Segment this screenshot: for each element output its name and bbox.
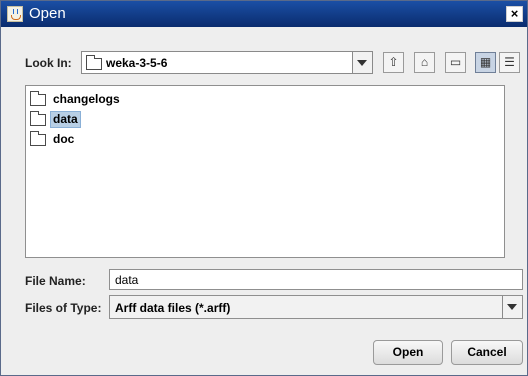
look-in-value: weka-3-5-6: [106, 56, 168, 70]
file-name-field[interactable]: data: [109, 269, 523, 290]
details-view-button[interactable]: ☰: [499, 52, 520, 73]
file-list[interactable]: changelogs data doc: [25, 85, 505, 258]
details-view-icon: ☰: [504, 55, 515, 69]
home-button[interactable]: ⌂: [414, 52, 435, 73]
look-in-combo[interactable]: weka-3-5-6: [81, 51, 373, 74]
list-item-label: changelogs: [53, 92, 120, 106]
java-cup-icon: [7, 6, 23, 22]
file-type-label: Files of Type:: [25, 301, 102, 315]
up-folder-button[interactable]: ⇧: [383, 52, 404, 73]
list-view-button[interactable]: ▦: [475, 52, 496, 73]
up-folder-icon: ⇧: [388, 55, 399, 69]
folder-icon: [30, 111, 46, 126]
close-button[interactable]: ×: [506, 6, 523, 22]
open-button[interactable]: Open: [373, 340, 443, 365]
folder-icon: [86, 55, 102, 70]
list-view-icon: ▦: [479, 55, 492, 69]
open-dialog: Open × Look In: weka-3-5-6 ⇧ ⌂ ▭ ▦ ☰ cha…: [0, 0, 528, 376]
new-folder-icon: ▭: [449, 55, 462, 69]
file-name-value: data: [115, 273, 139, 287]
chevron-down-icon[interactable]: [502, 296, 522, 318]
file-name-label: File Name:: [25, 274, 86, 288]
home-icon: ⌂: [420, 55, 429, 69]
title-bar[interactable]: Open ×: [1, 1, 527, 27]
folder-icon: [30, 131, 46, 146]
list-item-label: data: [50, 111, 81, 128]
file-type-value: Arff data files (*.arff): [115, 301, 231, 315]
look-in-label: Look In:: [25, 56, 72, 70]
list-item-label: doc: [53, 132, 75, 146]
file-type-combo[interactable]: Arff data files (*.arff): [109, 295, 523, 319]
new-folder-button[interactable]: ▭: [445, 52, 466, 73]
cancel-button[interactable]: Cancel: [451, 340, 523, 365]
window-title: Open: [29, 5, 66, 22]
chevron-down-icon[interactable]: [352, 52, 372, 73]
folder-icon: [30, 91, 46, 106]
